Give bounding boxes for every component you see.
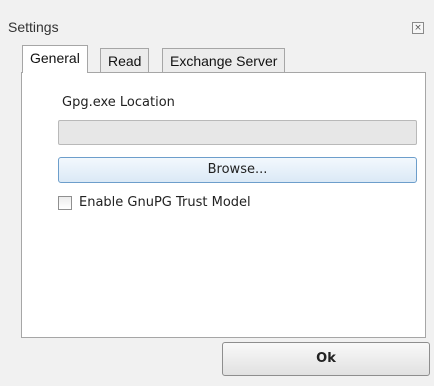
ok-button[interactable]: Ok: [222, 342, 430, 376]
tab-general[interactable]: General: [22, 45, 88, 73]
close-icon[interactable]: ×: [412, 22, 424, 34]
window-title: Settings: [8, 19, 59, 35]
tab-exchange-server[interactable]: Exchange Server: [162, 48, 286, 72]
tab-read[interactable]: Read: [100, 48, 150, 72]
trust-model-label: Enable GnuPG Trust Model: [79, 195, 251, 210]
gpg-location-input[interactable]: [58, 120, 417, 145]
settings-window: Settings × General Read Exchange Server …: [0, 0, 434, 386]
gpg-location-label: Gpg.exe Location: [62, 95, 175, 110]
trust-model-checkbox[interactable]: [58, 196, 72, 210]
browse-button[interactable]: Browse...: [58, 157, 417, 183]
